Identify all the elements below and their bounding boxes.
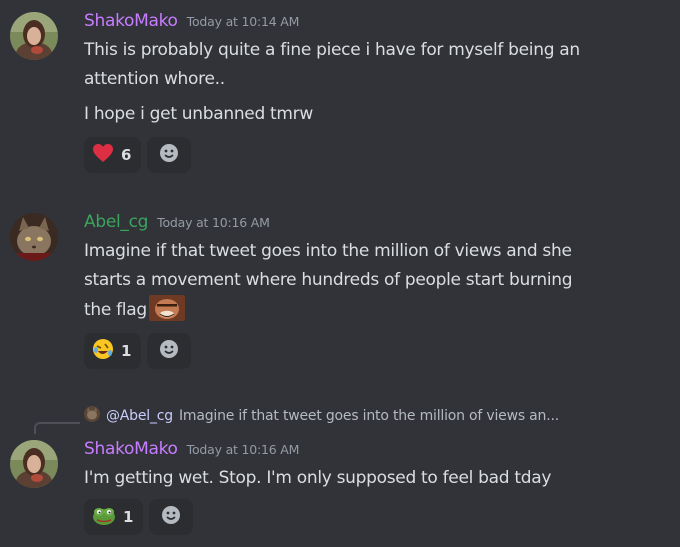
rofl-emoji-icon	[92, 338, 114, 364]
timestamp: Today at 10:14 AM	[186, 14, 300, 29]
reaction-pepe[interactable]: 1	[84, 499, 144, 535]
add-reaction-button[interactable]	[147, 333, 192, 369]
reply-mention[interactable]: @Abel_cg	[106, 408, 173, 424]
message-text: the flag	[84, 300, 147, 320]
message-text: I'm getting wet. Stop. I'm only supposed…	[84, 468, 552, 488]
reply-text: Imagine if that tweet goes into the mill…	[178, 408, 559, 424]
avatar-shakomako[interactable]	[10, 12, 58, 60]
reply-connector	[34, 422, 80, 434]
message-text: This is probably quite a fine piece i ha…	[84, 40, 580, 60]
message-text: Imagine if that tweet goes into the mill…	[84, 241, 572, 261]
reaction-heart[interactable]: 6	[84, 137, 142, 173]
message-text: attention whore..	[84, 69, 225, 89]
timestamp: Today at 10:16 AM	[186, 442, 300, 457]
add-reaction-button[interactable]	[147, 137, 192, 173]
heart-emoji-icon	[92, 143, 114, 167]
message-text-line: the flag	[84, 295, 670, 331]
smiley-icon	[161, 505, 181, 529]
avatar-abel-cg[interactable]	[10, 213, 58, 261]
message-text: starts a movement where hundreds of peop…	[84, 270, 573, 290]
reaction-count: 1	[121, 342, 132, 360]
timestamp: Today at 10:16 AM	[157, 215, 270, 230]
smiley-icon	[159, 143, 179, 167]
message-text: I hope i get unbanned tmrw	[84, 104, 313, 124]
reply-preview[interactable]: @Abel_cg Imagine if that tweet goes into…	[84, 406, 559, 426]
username[interactable]: Abel_cg	[84, 212, 148, 232]
laughing-man-emote-icon[interactable]	[148, 295, 185, 331]
smiley-icon	[159, 339, 179, 363]
reply-avatar-icon	[84, 406, 100, 426]
username[interactable]: ShakoMako	[84, 11, 178, 31]
add-reaction-button[interactable]	[149, 499, 194, 535]
reaction-rofl[interactable]: 1	[84, 333, 142, 369]
reaction-count: 6	[121, 146, 132, 164]
avatar-shakomako[interactable]	[10, 440, 58, 488]
pepe-emoji-icon	[92, 504, 116, 530]
username[interactable]: ShakoMako	[84, 439, 178, 459]
reaction-count: 1	[123, 508, 134, 526]
